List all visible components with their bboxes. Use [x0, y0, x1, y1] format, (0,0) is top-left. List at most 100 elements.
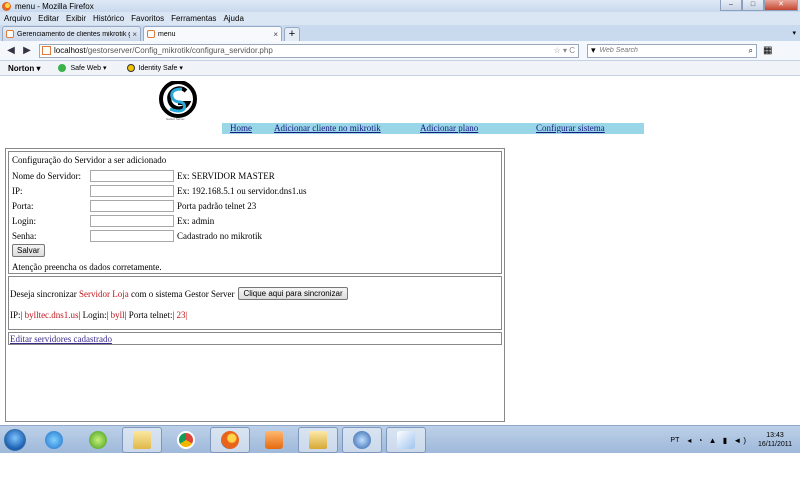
ip-hint: Ex: 192.168.5.1 ou servidor.dns1.us: [177, 186, 307, 196]
start-button[interactable]: [0, 426, 30, 454]
taskbar-thunderbird[interactable]: [342, 426, 382, 453]
port-label: Porta:: [12, 201, 34, 211]
back-button[interactable]: ◀: [3, 44, 19, 58]
maximize-button[interactable]: □: [742, 0, 764, 11]
tab-list-icon[interactable]: ▾: [792, 29, 796, 37]
menu-exibir[interactable]: Exibir: [66, 14, 86, 23]
ip-label: IP:: [12, 186, 23, 196]
safe-web-menu[interactable]: Safe Web ▾: [58, 64, 107, 72]
field-row-login: Login: Ex: admin: [12, 214, 214, 228]
close-button[interactable]: ✕: [764, 0, 798, 11]
address-bar[interactable]: localhost /gestorserver/Config_mikrotik/…: [39, 43, 579, 58]
info-ip-value: bylltec.dns1.us: [22, 310, 79, 320]
page-icon: [147, 30, 155, 38]
search-input[interactable]: [599, 47, 740, 54]
system-tray: PT ◂ ◔ ▲ ▮ ◄) 13:43 16/11/2011: [670, 426, 792, 454]
sync-line: Deseja sincronizar Servidor Loja com o s…: [10, 287, 348, 300]
clock-date: 16/11/2011: [758, 441, 792, 448]
tab-bar: Gerenciamento de clientes mikrotik g... …: [0, 25, 800, 41]
nav-add-plan-link[interactable]: Adicionar plano: [420, 123, 478, 134]
tab-menu[interactable]: menu ×: [143, 26, 282, 41]
password-input[interactable]: [90, 230, 174, 242]
new-tab-button[interactable]: +: [284, 27, 300, 41]
url-host: localhost: [54, 46, 86, 55]
sync-cell: Deseja sincronizar Servidor Loja com o s…: [8, 276, 502, 330]
server-form-cell: Configuração do Servidor a ser adicionad…: [8, 151, 502, 274]
server-name-input[interactable]: [90, 170, 174, 182]
password-hint: Cadastrado no mikrotik: [177, 231, 262, 241]
media-player-icon: [265, 430, 283, 449]
sync-server-name: Servidor Loja: [78, 288, 129, 299]
login-input[interactable]: [90, 215, 174, 227]
ip-input[interactable]: [90, 185, 174, 197]
internet-explorer-icon: [45, 430, 63, 449]
folder-icon: [133, 430, 151, 449]
taskbar-chrome[interactable]: [166, 427, 206, 453]
taskbar-dreamweaver[interactable]: [78, 427, 118, 453]
window-title: menu - Mozilla Firefox: [15, 1, 94, 11]
edit-link-cell: Editar servidores cadastrado: [8, 332, 502, 345]
clock-time: 13:43: [766, 432, 784, 439]
search-engine-chevron-icon[interactable]: ▾: [591, 45, 596, 56]
identity-safe-menu[interactable]: Identity Safe ▾: [126, 64, 183, 72]
tab-close-icon[interactable]: ×: [273, 30, 278, 39]
taskbar-file-explorer[interactable]: [122, 426, 162, 453]
nav-add-client-link[interactable]: Adicionar cliente no mikrotik: [274, 123, 381, 134]
taskbar-folder[interactable]: [298, 426, 338, 453]
windows-logo-icon: [4, 428, 26, 451]
tab-label: menu: [158, 30, 176, 38]
sync-prefix: Deseja sincronizar: [10, 288, 79, 299]
menu-ajuda[interactable]: Ajuda: [223, 14, 243, 23]
info-end: |: [185, 310, 188, 320]
taskbar-paint[interactable]: [386, 426, 426, 453]
site-nav: Home Adicionar cliente no mikrotik Adici…: [222, 123, 644, 134]
info-login-value: byll: [108, 310, 125, 320]
tab-close-icon[interactable]: ×: [132, 30, 137, 39]
url-path: /gestorserver/Config_mikrotik/configura_…: [85, 46, 273, 55]
server-name-hint: Ex: SERVIDOR MASTER: [177, 171, 275, 181]
chrome-icon: [177, 430, 195, 449]
tab-label: Gerenciamento de clientes mikrotik g...: [17, 30, 131, 38]
tray-icons[interactable]: ◂ ◔ ▲ ▮ ◄): [687, 436, 748, 445]
port-input[interactable]: [90, 200, 174, 212]
search-icon[interactable]: ⌕: [749, 46, 753, 56]
field-row-password: Senha: Cadastrado no mikrotik: [12, 229, 262, 243]
save-button[interactable]: Salvar: [12, 244, 45, 257]
identity-safe-label: Identity Safe ▾: [138, 65, 183, 72]
minimize-button[interactable]: –: [720, 0, 742, 11]
sync-suffix: com o sistema Gestor Server: [128, 288, 235, 299]
menu-editar[interactable]: Editar: [38, 14, 59, 23]
clock[interactable]: 13:43 16/11/2011: [758, 431, 792, 449]
window-titlebar: menu - Mozilla Firefox – □ ✕: [0, 0, 800, 12]
menu-favoritos[interactable]: Favoritos: [131, 14, 164, 23]
taskbar-firefox[interactable]: [210, 426, 250, 453]
menu-arquivo[interactable]: Arquivo: [4, 14, 31, 23]
paint-icon: [397, 430, 415, 449]
login-hint: Ex: admin: [177, 216, 215, 226]
tab-gerenciamento[interactable]: Gerenciamento de clientes mikrotik g... …: [2, 26, 141, 41]
taskbar-media-player[interactable]: [254, 427, 294, 453]
edit-servers-link[interactable]: Editar servidores cadastrado: [10, 333, 112, 345]
nav-config-system-link[interactable]: Configurar sistema: [536, 123, 605, 134]
server-config-table: Configuração do Servidor a ser adicionad…: [5, 148, 505, 422]
port-hint: Porta padrão telnet 23: [177, 201, 257, 211]
firefox-icon: [221, 430, 239, 449]
nav-home-link[interactable]: Home: [230, 123, 252, 134]
menu-ferramentas[interactable]: Ferramentas: [171, 14, 216, 23]
server-name-label: Nome do Servidor:: [12, 171, 81, 181]
field-row-server-name: Nome do Servidor: Ex: SERVIDOR MASTER: [12, 169, 275, 183]
menu-historico[interactable]: Histórico: [93, 14, 124, 23]
url-controls[interactable]: ☆ ▾ C: [554, 46, 578, 55]
search-box[interactable]: ▾ ⌕: [587, 43, 757, 58]
sync-button[interactable]: Clique aqui para sincronizar: [238, 287, 348, 300]
norton-menu[interactable]: Norton ▾: [8, 64, 40, 73]
page-icon: [6, 30, 14, 38]
bookmarks-icon[interactable]: ▦: [763, 45, 772, 56]
dreamweaver-icon: [89, 430, 107, 449]
gestor-server-logo: Gestor Server: [158, 80, 200, 121]
taskbar-internet-explorer[interactable]: [34, 427, 74, 453]
forward-button[interactable]: ▶: [19, 44, 35, 58]
password-label: Senha:: [12, 231, 37, 241]
language-indicator[interactable]: PT: [670, 437, 679, 444]
server-info-line: IP:| bylltec.dns1.us| Login:| byll| Port…: [10, 310, 187, 320]
